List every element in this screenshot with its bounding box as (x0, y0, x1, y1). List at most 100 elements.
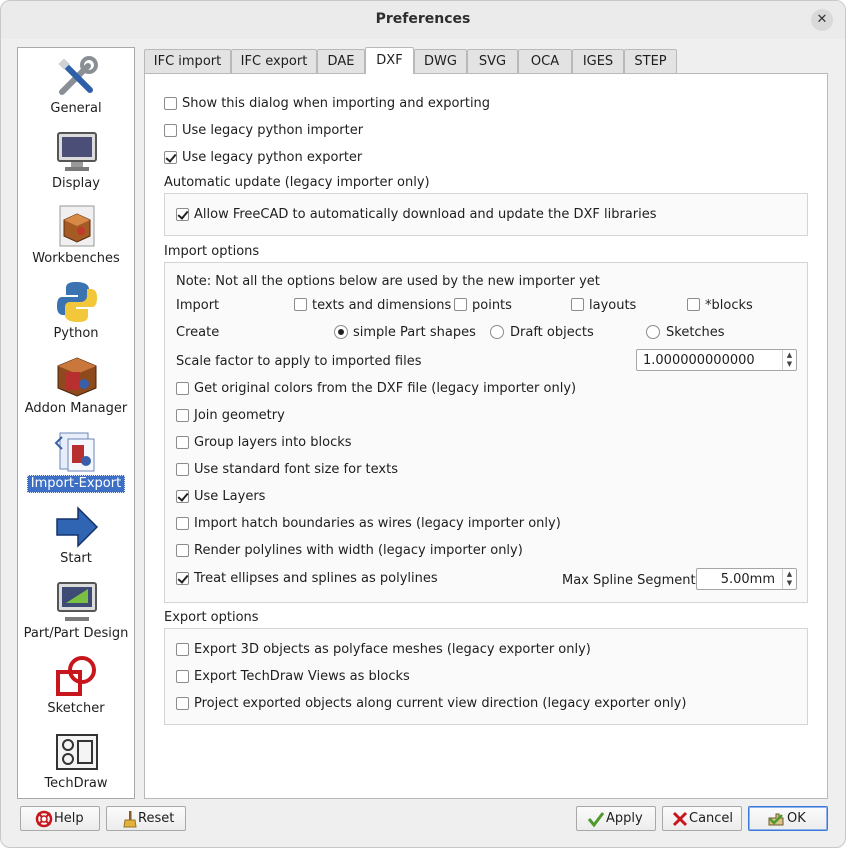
sidebar-item-label: Workbenches (32, 251, 120, 266)
cancel-button-label[interactable]: Cancel (689, 811, 733, 826)
draft-objects-radio[interactable] (490, 325, 504, 339)
sidebar-item-label: General (50, 101, 102, 116)
import-options-heading: Import options (164, 244, 260, 259)
sidebar-item-part-design[interactable]: Part/Part Design (18, 575, 134, 650)
apply-button[interactable]: Apply (576, 806, 656, 831)
auto-update-group: Allow FreeCAD to automatically download … (164, 193, 808, 236)
ok-hand-icon (768, 813, 784, 826)
standard-font-size-checkbox[interactable] (176, 463, 189, 476)
help-button-label[interactable]: Help (54, 811, 84, 826)
addon-box-icon (57, 357, 97, 397)
sidebar-item-label: Display (52, 176, 100, 191)
polyface-meshes-checkbox[interactable] (176, 643, 189, 656)
auto-download-label: Allow FreeCAD to automatically download … (194, 207, 657, 222)
spin-arrows-icon[interactable]: ▲ ▼ (782, 350, 796, 370)
ellipses-polylines-checkbox[interactable] (176, 572, 189, 585)
close-button[interactable]: ✕ (811, 9, 833, 31)
monitor-icon (57, 132, 97, 171)
import-export-icon (54, 432, 95, 472)
texts-dimensions-checkbox[interactable] (294, 298, 307, 311)
preferences-window: Preferences ✕ General Display Workbenche… (0, 0, 846, 848)
group-layers-checkbox[interactable] (176, 436, 189, 449)
simple-part-shapes-radio[interactable] (334, 325, 348, 339)
points-checkbox[interactable] (454, 298, 467, 311)
tab-ifc-import[interactable]: IFC import (144, 49, 231, 73)
cancel-x-icon (672, 811, 688, 827)
tab-ifc-export[interactable]: IFC export (231, 49, 317, 73)
export-options-group: Export 3D objects as polyface meshes (le… (164, 628, 808, 725)
blocks-checkbox[interactable] (687, 298, 700, 311)
export-options-heading: Export options (164, 610, 259, 625)
original-colors-label: Get original colors from the DXF file (l… (194, 381, 577, 396)
max-spline-label: Max Spline Segment: (562, 573, 700, 588)
ok-button-label[interactable]: OK (787, 811, 806, 826)
legacy-exporter-label: Use legacy python exporter (182, 150, 363, 165)
tools-icon (58, 56, 98, 95)
tab-iges[interactable]: IGES (572, 49, 624, 73)
show-dialog-checkbox[interactable] (164, 97, 177, 110)
hatch-boundaries-label: Import hatch boundaries as wires (legacy… (194, 516, 561, 531)
blocks-label: *blocks (705, 298, 753, 313)
workbench-box-icon (59, 205, 95, 247)
close-icon[interactable]: ✕ (817, 12, 828, 27)
max-spline-value[interactable]: 5.00mm (721, 572, 775, 587)
tab-svg[interactable]: SVG (467, 49, 518, 73)
title-bar: Preferences ✕ (1, 1, 845, 39)
reset-button[interactable]: Reset (106, 806, 186, 831)
sidebar-item-display[interactable]: Display (18, 125, 134, 200)
legacy-importer-checkbox[interactable] (164, 124, 177, 137)
tab-dae[interactable]: DAE (317, 49, 365, 73)
ok-button[interactable]: OK (748, 806, 828, 831)
checkmark-icon (587, 812, 605, 828)
sidebar-item-techdraw[interactable]: TechDraw (18, 725, 134, 800)
broom-icon (123, 811, 137, 828)
show-dialog-label: Show this dialog when importing and expo… (182, 96, 491, 111)
cancel-button[interactable]: Cancel (662, 806, 742, 831)
help-button[interactable]: Help (20, 806, 100, 831)
auto-update-heading: Automatic update (legacy importer only) (164, 175, 430, 190)
sidebar-item-general[interactable]: General (18, 50, 134, 125)
project-view-direction-checkbox[interactable] (176, 697, 189, 710)
scale-factor-spinbox[interactable]: 1.000000000000 ▲ ▼ (636, 349, 797, 371)
scale-factor-value[interactable]: 1.000000000000 (643, 353, 755, 368)
sidebar-item-sketcher[interactable]: Sketcher (18, 650, 134, 725)
group-layers-label: Group layers into blocks (194, 435, 352, 450)
hatch-boundaries-checkbox[interactable] (176, 517, 189, 530)
tab-dxf[interactable]: DXF (365, 47, 414, 74)
render-polylines-label: Render polylines with width (legacy impo… (194, 543, 523, 558)
sidebar-item-label: Sketcher (47, 701, 105, 716)
polyface-meshes-label: Export 3D objects as polyface meshes (le… (194, 642, 591, 657)
python-icon (57, 282, 97, 322)
layouts-label: layouts (589, 298, 637, 313)
legacy-exporter-checkbox[interactable] (164, 151, 177, 164)
apply-button-label[interactable]: Apply (606, 811, 643, 826)
dxf-settings-page: Show this dialog when importing and expo… (144, 73, 828, 799)
original-colors-checkbox[interactable] (176, 382, 189, 395)
reset-button-label[interactable]: Reset (138, 811, 174, 826)
sidebar-item-label: Import-Export (26, 475, 126, 493)
draft-objects-label: Draft objects (510, 325, 594, 340)
tab-step[interactable]: STEP (624, 49, 677, 73)
tab-oca[interactable]: OCA (518, 49, 572, 73)
sidebar-item-label: TechDraw (44, 776, 108, 791)
standard-font-size-label: Use standard font size for texts (194, 462, 398, 477)
category-sidebar: General Display Workbenches Python Addon… (17, 47, 135, 799)
sidebar-item-label: Addon Manager (24, 401, 128, 416)
sidebar-item-addon-manager[interactable]: Addon Manager (18, 350, 134, 425)
layouts-checkbox[interactable] (571, 298, 584, 311)
sidebar-item-import-export[interactable]: Import-Export (18, 425, 134, 500)
auto-download-checkbox[interactable] (176, 208, 189, 221)
techdraw-blocks-checkbox[interactable] (176, 670, 189, 683)
max-spline-spinbox[interactable]: 5.00mm ▲ ▼ (696, 568, 797, 590)
sidebar-item-workbenches[interactable]: Workbenches (18, 200, 134, 275)
join-geometry-checkbox[interactable] (176, 409, 189, 422)
import-options-group: Note: Not all the options below are used… (164, 262, 808, 603)
use-layers-checkbox[interactable] (176, 490, 189, 503)
tab-dwg[interactable]: DWG (414, 49, 467, 73)
sidebar-item-python[interactable]: Python (18, 275, 134, 350)
sidebar-item-start[interactable]: Start (18, 500, 134, 575)
spin-arrows-icon[interactable]: ▲ ▼ (782, 569, 796, 589)
sketches-radio[interactable] (646, 325, 660, 339)
render-polylines-checkbox[interactable] (176, 544, 189, 557)
help-icon (35, 810, 53, 828)
